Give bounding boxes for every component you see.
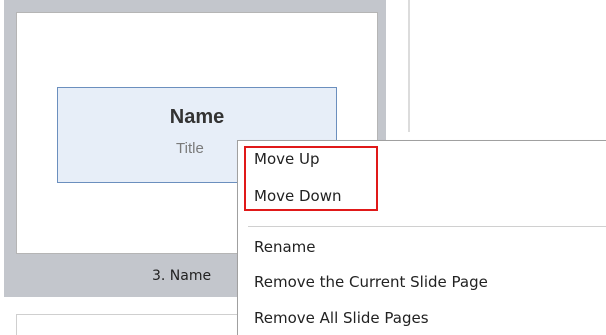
menu-separator <box>248 226 606 227</box>
menu-item-move-down[interactable]: Move Down <box>254 185 342 207</box>
slide-caption: 3. Name <box>152 268 212 284</box>
menu-item-remove-current-slide[interactable]: Remove the Current Slide Page <box>254 271 488 293</box>
context-menu: Move Up Move Down Rename Remove the Curr… <box>237 140 606 335</box>
slide-subtitle: Title <box>176 140 204 157</box>
app-canvas: Name Title 3. Name Move Up Move Down Ren… <box>0 0 606 335</box>
slide-title: Name <box>169 106 225 128</box>
menu-item-rename[interactable]: Rename <box>254 236 316 258</box>
menu-item-move-up[interactable]: Move Up <box>254 148 320 170</box>
panel-divider <box>408 0 410 132</box>
menu-item-remove-all-slides[interactable]: Remove All Slide Pages <box>254 307 429 329</box>
